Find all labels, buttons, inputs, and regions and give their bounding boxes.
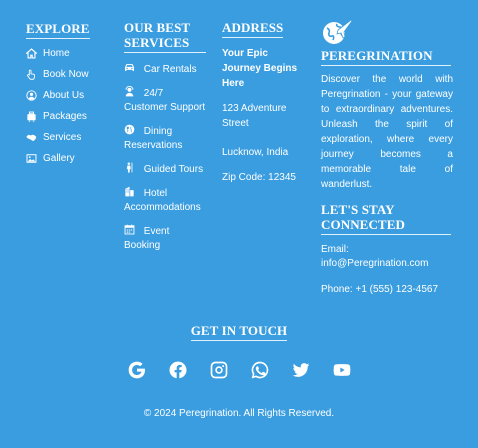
calendar-icon (124, 224, 135, 235)
service-item-label: Car Rentals (143, 64, 197, 75)
copyright: © 2024 Peregrination. All Rights Reserve… (143, 408, 335, 419)
service-item-event-booking[interactable]: Event Booking (124, 223, 208, 253)
explore-item-label: Gallery (43, 153, 75, 164)
service-item-support[interactable]: 24/7 Customer Support (124, 85, 208, 115)
twitter-icon[interactable] (291, 360, 311, 380)
contact-info: Email: info@Peregrination.com Phone: +1 … (321, 243, 453, 297)
service-item-label: Hotel Accommodations (124, 188, 201, 213)
service-item-label: Guided Tours (143, 164, 204, 175)
explore-heading: EXPLORE (26, 21, 90, 39)
explore-item-label: Packages (43, 111, 87, 122)
instagram-icon[interactable] (209, 360, 229, 380)
social-links (0, 360, 478, 380)
explore-item-home[interactable]: Home (26, 47, 116, 61)
address-section: ADDRESS Your Epic Journey Begins Here 12… (222, 20, 302, 193)
dining-icon (124, 124, 135, 135)
tour-guide-icon (124, 162, 135, 173)
home-icon (26, 48, 37, 59)
image-icon (26, 153, 37, 164)
contact-email[interactable]: Email: info@Peregrination.com (321, 243, 453, 271)
explore-item-label: Home (43, 48, 70, 59)
connected-heading: LET'S STAY CONNECTED (321, 202, 451, 235)
explore-item-book-now[interactable]: Book Now (26, 68, 116, 82)
service-item-car-rentals[interactable]: Car Rentals (124, 61, 208, 77)
globe-plane-icon (321, 18, 353, 46)
address-zip: Zip Code: 12345 (222, 172, 296, 183)
luggage-icon (26, 111, 37, 122)
car-icon (124, 62, 135, 73)
explore-item-packages[interactable]: Packages (26, 110, 116, 124)
google-icon[interactable] (127, 360, 147, 380)
service-item-label: 24/7 Customer Support (124, 88, 206, 113)
address-tagline: Your Epic Journey Begins Here (222, 48, 298, 89)
contact-phone[interactable]: Phone: +1 (555) 123-4567 (321, 283, 453, 297)
service-item-dining[interactable]: Dining Reservations (124, 123, 208, 153)
explore-item-label: About Us (43, 90, 85, 101)
get-in-touch-heading: GET IN TOUCH (190, 323, 288, 341)
brand-name: PEREGRINATION (321, 48, 451, 66)
youtube-icon[interactable] (332, 360, 352, 380)
explore-item-label: Services (43, 132, 82, 143)
brand-description: Discover the world with Peregrination - … (321, 74, 453, 190)
explore-item-about-us[interactable]: About Us (26, 89, 116, 103)
address-street: 123 Adventure Street (222, 103, 287, 129)
address-city: Lucknow, India (222, 147, 289, 158)
support-agent-icon (124, 86, 135, 97)
services-list: Car Rentals 24/7 Customer Support Dining… (124, 61, 208, 253)
explore-item-label: Book Now (43, 69, 89, 80)
explore-item-services[interactable]: Services (26, 131, 116, 145)
services-section: OUR BEST SERVICES Car Rentals 24/7 Custo… (124, 20, 208, 261)
hotel-icon (124, 186, 135, 197)
user-circle-icon (26, 90, 37, 101)
service-item-hotel[interactable]: Hotel Accommodations (124, 185, 208, 215)
facebook-icon[interactable] (168, 360, 188, 380)
get-in-touch-section: GET IN TOUCH (0, 322, 478, 341)
explore-item-gallery[interactable]: Gallery (26, 152, 116, 166)
whatsapp-icon[interactable] (250, 360, 270, 380)
explore-list: Home Book Now About Us Packages Services… (26, 47, 116, 166)
hand-pointer-icon (26, 69, 37, 80)
explore-section: EXPLORE Home Book Now About Us Packages … (26, 20, 116, 173)
service-item-guided-tours[interactable]: Guided Tours (124, 161, 208, 177)
handshake-icon (26, 132, 37, 143)
brand-section: PEREGRINATION Discover the world with Pe… (321, 18, 453, 309)
services-heading: OUR BEST SERVICES (124, 20, 206, 53)
address-heading: ADDRESS (222, 20, 284, 38)
